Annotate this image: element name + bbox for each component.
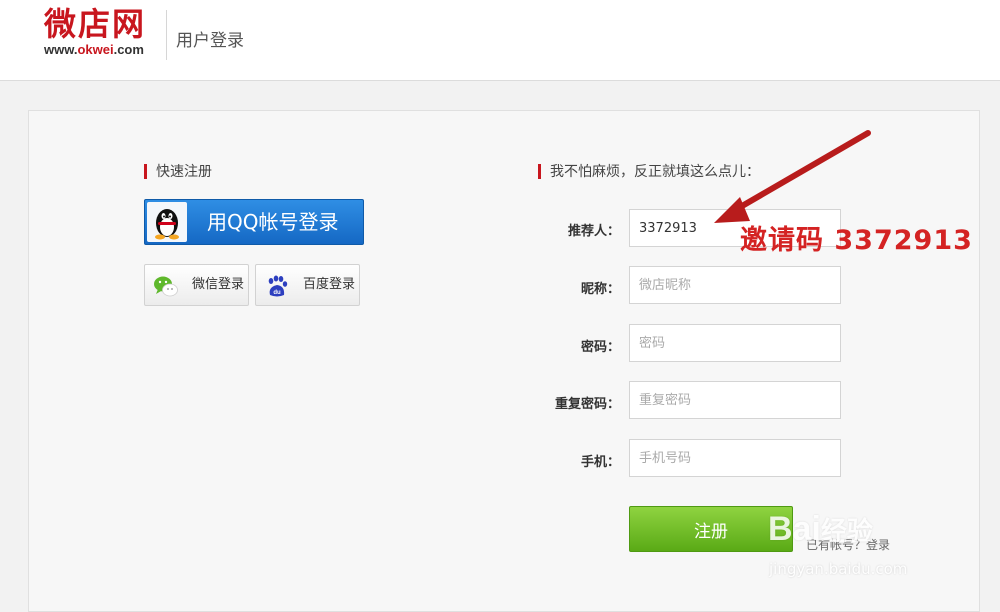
logo[interactable]: 微店网 bbox=[44, 4, 146, 44]
baidu-paw-icon: du bbox=[264, 273, 290, 299]
watermark-logo-cn: 经验 bbox=[820, 516, 873, 546]
logo-url-brand: okwei bbox=[77, 42, 114, 57]
password-label: 密码： bbox=[580, 340, 620, 355]
invite-code-annotation: 邀请码 3372913 bbox=[740, 225, 973, 256]
qq-penguin-icon bbox=[147, 202, 187, 242]
logo-url-prefix: www. bbox=[44, 42, 78, 57]
phone-label: 手机： bbox=[580, 455, 620, 470]
confirm-password-label: 重复密码： bbox=[554, 397, 620, 412]
baidu-login-label: 百度登录 bbox=[303, 277, 356, 292]
watermark-logo: Bai bbox=[768, 510, 821, 548]
nickname-label: 昵称： bbox=[580, 282, 620, 297]
header-divider bbox=[166, 10, 167, 60]
baidu-login-button[interactable]: du 百度登录 bbox=[255, 264, 360, 306]
baidu-jingyan-watermark: Bai经验 bbox=[768, 510, 873, 549]
page-title: 用户登录 bbox=[176, 31, 244, 51]
confirm-password-input[interactable] bbox=[629, 381, 841, 419]
logo-url-suffix: .com bbox=[113, 42, 144, 57]
wechat-icon bbox=[153, 273, 179, 299]
nickname-input[interactable] bbox=[629, 266, 841, 304]
svg-text:du: du bbox=[273, 290, 281, 296]
quick-register-title: 快速注册 bbox=[144, 163, 212, 181]
watermark-url: jingyan.baidu.com bbox=[769, 560, 908, 578]
wechat-login-button[interactable]: 微信登录 bbox=[144, 264, 249, 306]
logo-url: www.okwei.com bbox=[44, 42, 144, 57]
referrer-label: 推荐人： bbox=[567, 224, 620, 239]
phone-input[interactable] bbox=[629, 439, 841, 477]
qq-login-button[interactable]: 用QQ帐号登录 bbox=[144, 199, 364, 245]
wechat-login-label: 微信登录 bbox=[192, 277, 245, 292]
qq-login-label: 用QQ帐号登录 bbox=[207, 210, 339, 234]
password-input[interactable] bbox=[629, 324, 841, 362]
header: 微店网 www.okwei.com 用户登录 bbox=[0, 0, 1000, 81]
